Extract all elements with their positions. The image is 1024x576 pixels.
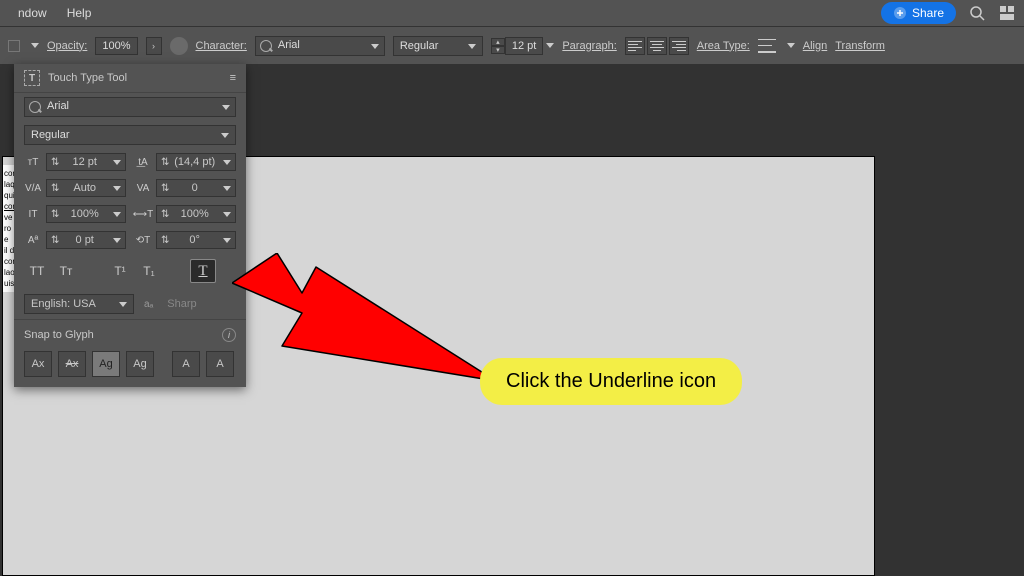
align-panel-label[interactable]: Align <box>803 40 827 52</box>
opacity-value[interactable]: 100% <box>95 37 137 55</box>
area-type-dropdown[interactable] <box>784 40 795 52</box>
callout-arrow-icon <box>232 253 502 403</box>
character-panel: T Touch Type Tool ≡ Arial Regular ᴛT ⇅12… <box>14 64 246 387</box>
panel-tracking-input[interactable]: ⇅0 <box>156 179 236 197</box>
tracking-icon: VA <box>134 180 152 196</box>
opacity-more-icon[interactable]: › <box>146 37 162 55</box>
panel-leading-input[interactable]: ⇅(14,4 pt) <box>156 153 236 171</box>
kerning-icon: V/A <box>24 180 42 196</box>
glyph-btn-6[interactable]: A <box>206 351 234 377</box>
panel-vscale-input[interactable]: ⇅100% <box>46 205 126 223</box>
glyph-btn-4[interactable]: Ag <box>126 351 154 377</box>
small-caps-button[interactable]: Tᴛ <box>53 259 79 283</box>
menu-help[interactable]: Help <box>57 6 102 20</box>
size-icon: ᴛT <box>24 154 42 170</box>
align-left-button[interactable] <box>625 37 645 55</box>
glyph-btn-3[interactable]: Ag <box>92 351 120 377</box>
glyph-btn-1[interactable]: Ax <box>24 351 52 377</box>
align-center-button[interactable] <box>647 37 667 55</box>
rotation-icon: ⟲T <box>134 232 152 248</box>
instruction-callout: Click the Underline icon <box>480 358 742 405</box>
area-type-label: Area Type: <box>697 40 750 52</box>
glyph-snap-group: Ax Ax Ag Ag A A <box>14 346 246 387</box>
character-label[interactable]: Character: <box>196 40 247 52</box>
transform-panel-label[interactable]: Transform <box>835 40 885 52</box>
panel-style-select[interactable]: Regular <box>24 125 236 145</box>
paragraph-label: Paragraph: <box>562 40 616 52</box>
panel-font-input[interactable]: Arial <box>24 97 236 117</box>
superscript-button[interactable]: T¹ <box>107 259 133 283</box>
touch-type-label[interactable]: Touch Type Tool <box>48 72 127 84</box>
language-select[interactable]: English: USA <box>24 294 134 314</box>
share-button[interactable]: Share <box>881 2 956 24</box>
baseline-icon: Aª <box>24 232 42 248</box>
font-size-stepper[interactable]: ▴▾ 12 pt <box>491 37 554 55</box>
menu-window[interactable]: ndow <box>8 6 57 20</box>
panel-hscale-input[interactable]: ⇅100% <box>156 205 236 223</box>
menubar: ndow Help Share <box>0 0 1024 26</box>
antialias-label: aₐ <box>144 299 153 310</box>
cloud-plus-icon <box>893 6 907 20</box>
leading-icon: t͟A <box>134 154 152 170</box>
subscript-button[interactable]: T₁ <box>136 259 162 283</box>
font-style-select[interactable]: Regular <box>393 36 483 56</box>
panel-rotation-input[interactable]: ⇅0° <box>156 231 236 249</box>
opacity-label: Opacity: <box>47 40 87 52</box>
panel-size-input[interactable]: ⇅12 pt <box>46 153 126 171</box>
fill-dropdown[interactable] <box>28 40 39 52</box>
vscale-icon: IT <box>24 206 42 222</box>
control-bar: Opacity: 100% › Character: Arial Regular… <box>0 26 1024 64</box>
panel-menu-icon[interactable]: ≡ <box>230 72 236 84</box>
paragraph-align-group <box>625 37 689 55</box>
align-right-button[interactable] <box>669 37 689 55</box>
touch-type-icon: T <box>24 70 40 86</box>
search-icon[interactable] <box>968 4 986 22</box>
recolor-icon[interactable] <box>170 37 188 55</box>
antialias-value[interactable]: Sharp <box>163 296 200 312</box>
all-caps-button[interactable]: TT <box>24 259 50 283</box>
font-family-input[interactable]: Arial <box>255 36 385 56</box>
panel-kerning-input[interactable]: ⇅Auto <box>46 179 126 197</box>
snap-to-glyph-label: Snap to Glyph <box>24 329 94 341</box>
area-type-icon[interactable] <box>758 39 776 53</box>
arrange-icon[interactable] <box>998 4 1016 22</box>
hscale-icon: ⟷T <box>134 206 152 222</box>
glyph-btn-2[interactable]: Ax <box>58 351 86 377</box>
glyph-btn-5[interactable]: A <box>172 351 200 377</box>
underline-button[interactable]: T <box>190 259 216 283</box>
fill-swatch[interactable] <box>8 40 20 52</box>
panel-baseline-input[interactable]: ⇅0 pt <box>46 231 126 249</box>
